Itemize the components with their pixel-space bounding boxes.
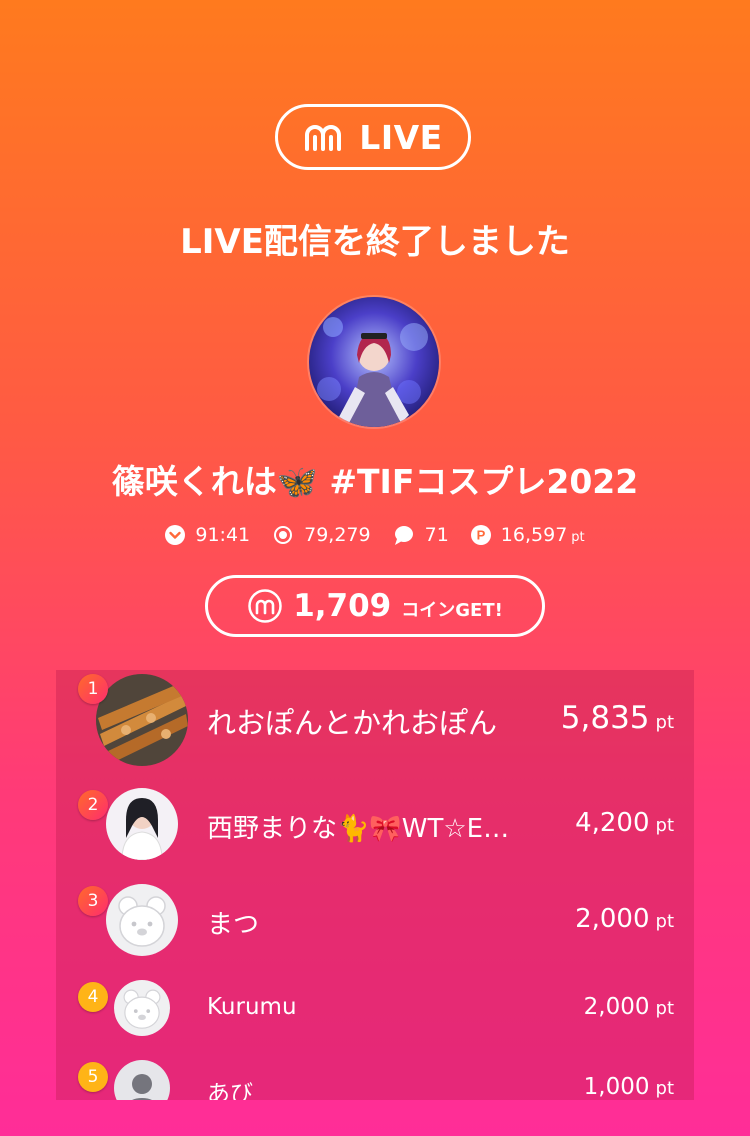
supporter-name: あび (207, 1081, 253, 1100)
supporter-avatar[interactable] (114, 980, 170, 1036)
default-bear-avatar-icon (114, 980, 170, 1036)
stat-comments: 71 (393, 524, 449, 546)
rank-badge: 2 (78, 790, 108, 820)
default-person-avatar-icon (114, 1060, 170, 1100)
supporter-avatar[interactable] (114, 1060, 170, 1100)
supporter-points: 1,000 pt (583, 1074, 674, 1100)
points-value: 4,200 (575, 808, 650, 838)
m-coin-icon (248, 589, 282, 623)
viewers-value: 79,279 (304, 524, 371, 546)
stats-row: 91:41 79,279 71 P 16,597 pt (0, 524, 750, 546)
supporter-avatar[interactable] (106, 884, 178, 956)
points-value: 5,835 (560, 700, 650, 736)
points-value: 2,000 (583, 994, 650, 1020)
chevron-down-circle-icon (165, 525, 186, 545)
supporter-name: れおぽんとかれおぽん (207, 706, 498, 740)
supporter-name: まつ (207, 910, 260, 940)
points-unit: pt (571, 530, 585, 545)
stat-points: P 16,597 pt (470, 524, 585, 546)
svg-text:P: P (476, 528, 485, 543)
points-value: 2,000 (575, 904, 650, 934)
comments-value: 71 (424, 524, 449, 546)
coins-earned-badge: 1,709 コインGET! (205, 575, 545, 637)
ranking-row[interactable]: 5 あび 1,000 pt (56, 1054, 694, 1100)
supporter-ranking: 1 れおぽんとかれおぽん 5,835 pt 2 西野まりな🐈🎀WT☆E… 4,20… (56, 670, 694, 1100)
broadcaster-avatar[interactable] (309, 297, 439, 427)
supporter-points: 2,000 pt (575, 904, 674, 934)
ranking-row[interactable]: 2 西野まりな🐈🎀WT☆E… 4,200 pt (56, 782, 694, 866)
rank-badge: 4 (78, 982, 108, 1012)
supporter-avatar[interactable] (106, 788, 178, 860)
default-bear-avatar-icon (106, 884, 178, 956)
supporter-points: 4,200 pt (575, 808, 674, 838)
coin-label: コインGET! (401, 600, 503, 621)
ranking-row[interactable]: 4 Kurumu 2,000 pt (56, 974, 694, 1048)
ranking-row[interactable]: 1 れおぽんとかれおぽん 5,835 pt (56, 670, 694, 770)
duration-value: 91:41 (195, 524, 251, 546)
supporter-avatar[interactable] (96, 674, 188, 766)
supporter-name: Kurumu (207, 994, 297, 1020)
supporter-name: 西野まりな🐈🎀WT☆E… (207, 814, 510, 844)
broadcaster-name: 篠咲くれは🦋 #TIFコスプレ2022 (111, 462, 639, 501)
logo-text: LIVE (359, 117, 443, 157)
stat-duration: 91:41 (165, 524, 250, 546)
supporter-points: 5,835 pt (560, 700, 674, 736)
supporter-points: 2,000 pt (583, 994, 674, 1020)
stat-viewers: 79,279 (272, 524, 371, 546)
viewers-icon (274, 526, 293, 544)
rank-badge: 5 (78, 1062, 108, 1092)
p-coin-icon: P (470, 525, 491, 545)
m-logo-icon (305, 125, 342, 151)
rank-badge: 3 (78, 886, 108, 916)
coin-amount: 1,709 (293, 588, 392, 624)
ranking-row[interactable]: 3 まつ 2,000 pt (56, 878, 694, 962)
points-value: 1,000 (583, 1074, 650, 1100)
comment-bubble-icon (394, 526, 413, 545)
mlive-logo: LIVE (275, 104, 471, 170)
live-ended-message: LIVE配信を終了しました (180, 222, 570, 262)
points-value: 16,597 (500, 524, 568, 546)
rank-badge: 1 (78, 674, 108, 704)
